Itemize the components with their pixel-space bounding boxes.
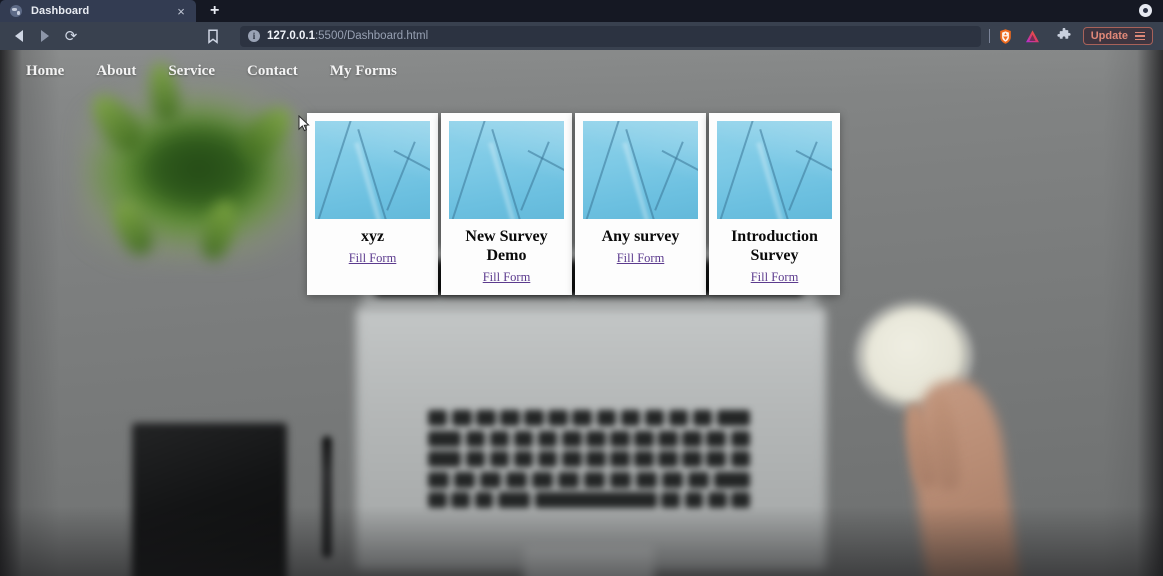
survey-card-body: New Survey Demo Fill Form: [449, 219, 564, 285]
reload-button[interactable]: ⟳: [58, 24, 84, 48]
right-vignette: [1137, 50, 1163, 576]
survey-card-list: xyz Fill Form New Survey Demo Fill Form: [307, 113, 840, 295]
update-button[interactable]: Update: [1082, 27, 1153, 45]
fill-form-link[interactable]: Fill Form: [349, 251, 397, 266]
site-info-icon[interactable]: i: [248, 30, 260, 42]
survey-card-image: [717, 121, 832, 219]
nav-item-my-forms[interactable]: My Forms: [314, 59, 413, 84]
survey-card-image: [449, 121, 564, 219]
bottom-vignette: [0, 506, 1163, 576]
survey-card[interactable]: New Survey Demo Fill Form: [441, 113, 572, 295]
fill-form-link[interactable]: Fill Form: [617, 251, 665, 266]
survey-card-image: [583, 121, 698, 219]
url-path: :5500/Dashboard.html: [314, 30, 429, 42]
site-navigation: Home About Service Contact My Forms: [0, 50, 1163, 92]
brave-shields-icon[interactable]: [997, 28, 1014, 45]
close-icon[interactable]: ×: [174, 5, 188, 18]
nav-item-about[interactable]: About: [80, 59, 152, 84]
puzzle-icon[interactable]: [1057, 27, 1071, 44]
fill-form-link[interactable]: Fill Form: [483, 270, 531, 285]
url-host: 127.0.0.1: [267, 30, 315, 42]
back-button[interactable]: [6, 24, 32, 48]
triangle-glyph: [1025, 29, 1039, 42]
survey-card-body: Introduction Survey Fill Form: [717, 219, 832, 285]
toolbar-divider: [988, 29, 990, 43]
nav-item-contact[interactable]: Contact: [231, 59, 314, 84]
leo-ai-icon[interactable]: [1024, 28, 1041, 45]
survey-card-title: New Survey Demo: [465, 228, 548, 264]
update-button-label: Update: [1090, 30, 1128, 42]
survey-card-image: [315, 121, 430, 219]
globe-icon: [10, 5, 22, 17]
extensions-glyph: [1057, 27, 1071, 39]
survey-card-title: Any survey: [601, 228, 680, 245]
bookmark-glyph: [208, 28, 218, 44]
browser-tab-dashboard[interactable]: Dashboard ×: [0, 0, 196, 22]
bookmark-icon[interactable]: [200, 24, 226, 48]
tab-strip: Dashboard × +: [0, 0, 1163, 22]
survey-card-title: Introduction Survey: [731, 228, 818, 264]
left-vignette: [0, 50, 22, 576]
window-controls-icon[interactable]: [1139, 4, 1152, 17]
browser-window: Dashboard × + ⟳ i 127.0.0.1 :5500/Dashbo…: [0, 0, 1163, 576]
survey-card-body: Any survey Fill Form: [602, 219, 680, 285]
toolbar-actions: Update: [987, 27, 1157, 45]
hamburger-menu-icon[interactable]: [1135, 31, 1145, 41]
survey-card[interactable]: xyz Fill Form: [307, 113, 438, 295]
new-tab-button[interactable]: +: [210, 3, 219, 19]
survey-card[interactable]: Introduction Survey Fill Form: [709, 113, 840, 295]
fill-form-link[interactable]: Fill Form: [751, 270, 799, 285]
forward-button[interactable]: [32, 24, 58, 48]
shield-glyph: [999, 28, 1011, 44]
survey-card[interactable]: Any survey Fill Form: [575, 113, 706, 295]
page-viewport: Home About Service Contact My Forms xyz …: [0, 50, 1163, 576]
address-bar[interactable]: i 127.0.0.1 :5500/Dashboard.html: [240, 25, 981, 47]
survey-card-body: xyz Fill Form: [349, 219, 397, 285]
browser-chrome: Dashboard × + ⟳ i 127.0.0.1 :5500/Dashbo…: [0, 0, 1163, 50]
tab-title: Dashboard: [31, 5, 90, 17]
browser-toolbar: ⟳ i 127.0.0.1 :5500/Dashboard.html Updat…: [0, 22, 1163, 50]
survey-card-title: xyz: [360, 228, 385, 245]
nav-item-service[interactable]: Service: [152, 59, 231, 84]
nav-item-home[interactable]: Home: [10, 59, 80, 84]
